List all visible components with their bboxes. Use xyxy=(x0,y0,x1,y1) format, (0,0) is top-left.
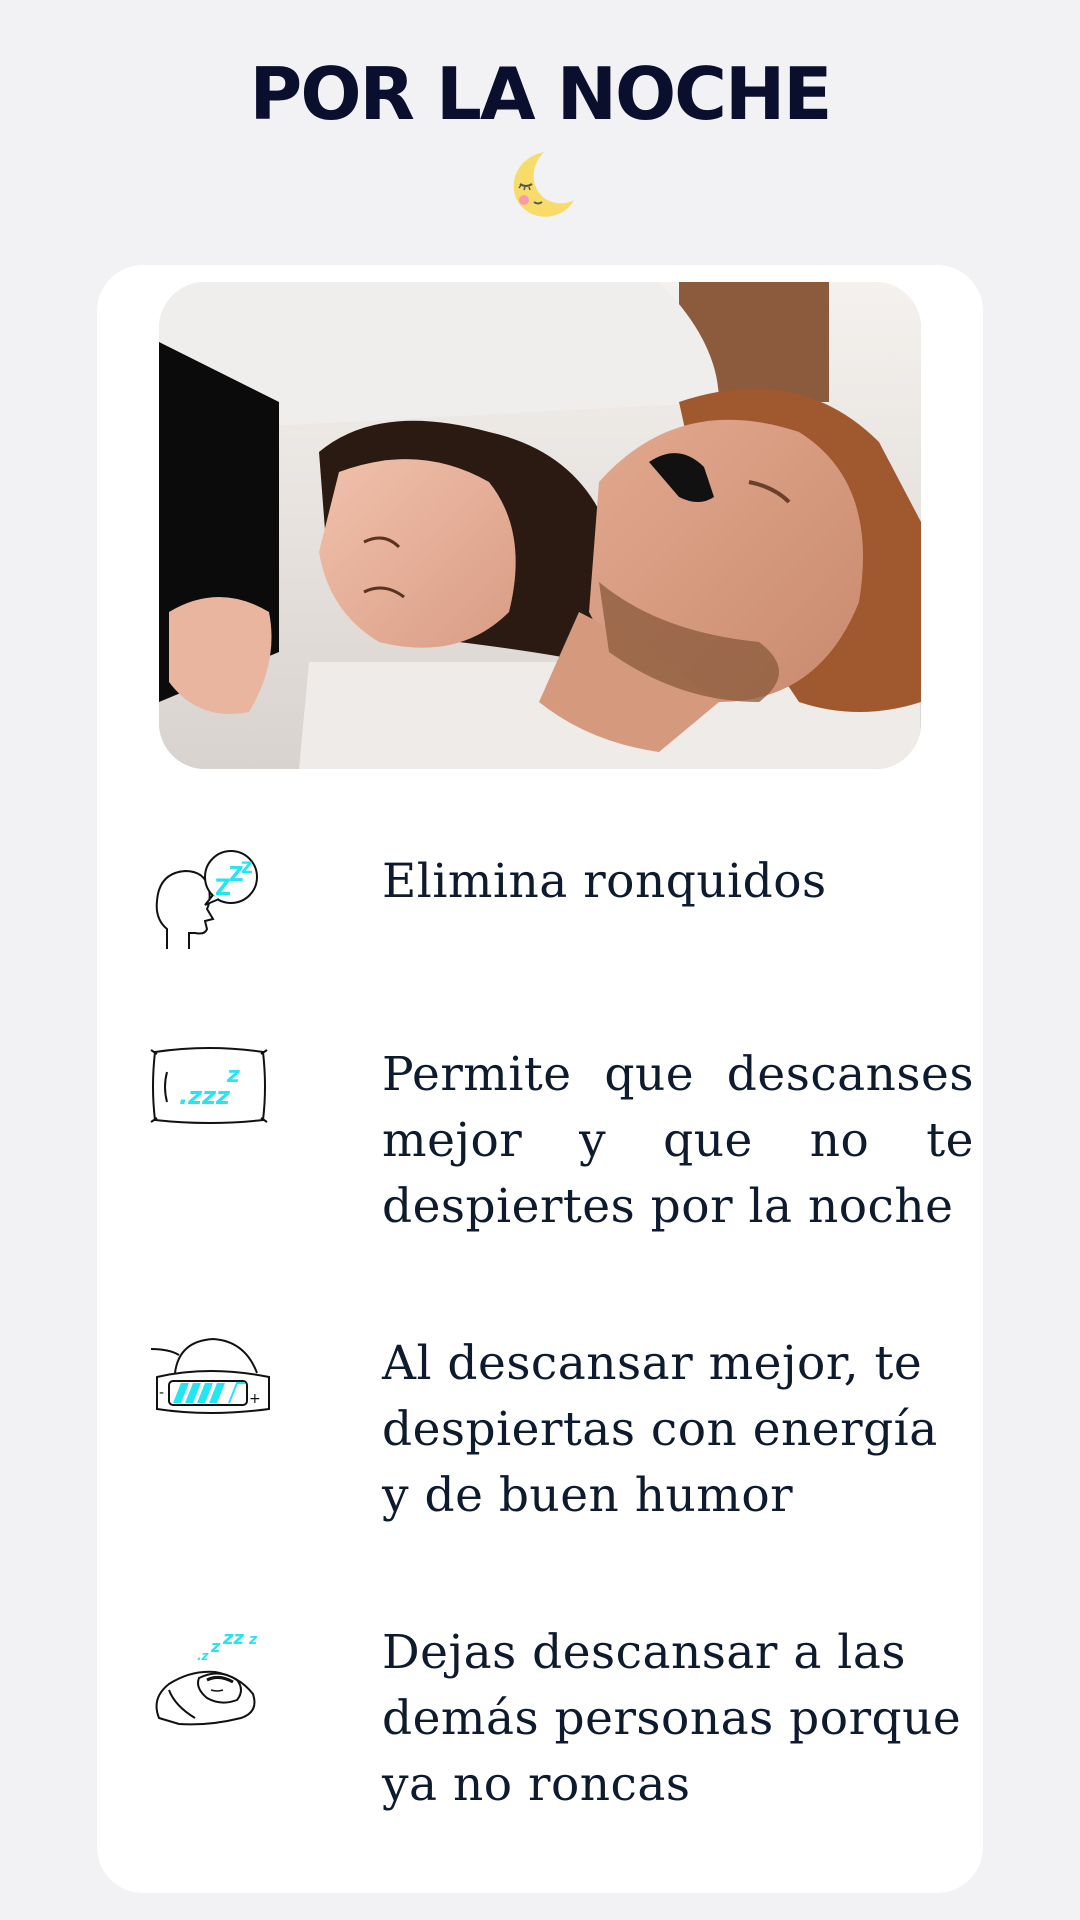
benefits-card: Z Z Z Elimina ronquidos .zzz z Permite q… xyxy=(97,265,983,1893)
svg-text:.z: .z xyxy=(197,1649,210,1663)
battery-sleep-icon: + - xyxy=(150,1337,270,1414)
svg-text:Z: Z xyxy=(241,858,253,877)
sleeping-moon-icon xyxy=(513,152,574,217)
couple-sleeping-image xyxy=(159,282,921,769)
svg-text:zz: zz xyxy=(222,1628,244,1649)
feature-text: Al descansar mejor, te despiertas con en… xyxy=(382,1336,938,1523)
svg-text:z: z xyxy=(248,1632,258,1648)
feature-text: Elimina ronquidos xyxy=(382,854,827,909)
snoring-head-icon: Z Z Z xyxy=(155,850,258,949)
svg-text:.zzz: .zzz xyxy=(179,1082,231,1110)
pillow-zzz-icon: .zzz z xyxy=(150,1047,268,1124)
svg-text:-: - xyxy=(159,1385,164,1401)
feature-text: Permite que descanses mejor y que no te … xyxy=(382,1047,974,1234)
feature-text: Dejas descansar a las demás personas por… xyxy=(382,1625,962,1812)
svg-text:z: z xyxy=(210,1637,221,1656)
page-title: POR LA NOCHE xyxy=(249,52,833,136)
sleeping-person-icon: .z z zz z xyxy=(155,1628,258,1726)
svg-text:z: z xyxy=(226,1063,240,1088)
svg-text:+: + xyxy=(249,1391,261,1407)
